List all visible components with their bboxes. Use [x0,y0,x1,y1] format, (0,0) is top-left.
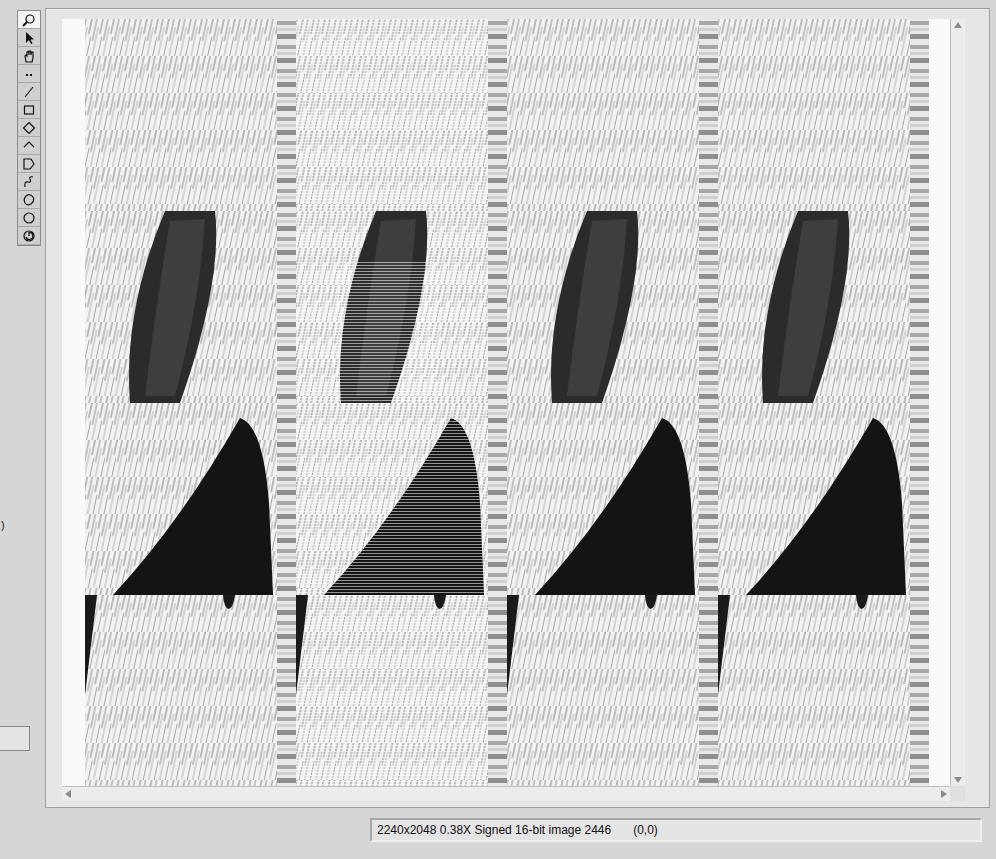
annulus-icon [22,229,36,243]
scroll-down-icon[interactable] [954,777,962,783]
image-area[interactable] [62,19,950,786]
broken-line-icon [22,139,36,153]
tool-button[interactable] [18,209,40,227]
window: ) 2240x2048 0.38X Signed 16-bit image 244… [0,0,996,859]
pixel-coords: (0,0) [633,823,658,837]
tool-palette [17,10,41,246]
select-icon [22,31,36,45]
freehand-line-icon [22,175,36,189]
scroll-right-icon[interactable] [941,790,947,798]
rectangle-icon [22,103,36,117]
rotated-rectangle-icon [22,121,36,135]
tool-button[interactable] [18,155,40,173]
left-column: ) [0,0,45,808]
status-bar: 2240x2048 0.38X Signed 16-bit image 2446… [370,818,982,842]
point-icon [22,67,36,81]
tool-button[interactable] [18,173,40,191]
image-display [45,8,990,808]
side-label: ) [0,518,45,532]
tool-button[interactable] [18,83,40,101]
tool-button[interactable] [18,29,40,47]
zoom-icon [22,13,36,27]
side-field[interactable] [0,726,30,751]
polygon-icon [22,157,36,171]
tool-button[interactable] [18,137,40,155]
tool-button[interactable] [18,65,40,83]
image-drawing[interactable] [62,19,950,786]
scroll-up-icon[interactable] [954,22,962,28]
oval-icon [22,211,36,225]
image-info: 2240x2048 0.38X Signed 16-bit image 2446 [377,823,611,837]
tool-button[interactable] [18,119,40,137]
vertical-scrollbar[interactable] [950,19,965,786]
main-row: ) [0,0,996,808]
scroll-left-icon[interactable] [65,790,71,798]
tool-button[interactable] [18,101,40,119]
horizontal-scrollbar[interactable] [62,786,950,801]
tool-button[interactable] [18,191,40,209]
pan-icon [22,49,36,63]
line-icon [22,85,36,99]
tool-button[interactable] [18,227,40,245]
tool-button[interactable] [18,11,40,29]
freehand-region-icon [22,193,36,207]
tool-button[interactable] [18,47,40,65]
scroll-corner [950,786,965,801]
